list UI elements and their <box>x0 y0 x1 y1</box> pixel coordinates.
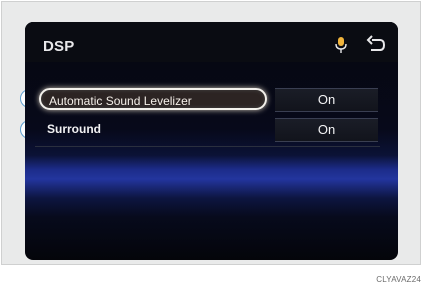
header-bar: DSP <box>25 22 398 62</box>
back-arrow-icon[interactable] <box>365 35 387 55</box>
automatic-sound-levelizer-label[interactable]: Automatic Sound Levelizer <box>39 88 267 110</box>
page-title: DSP <box>43 38 75 55</box>
dsp-screen: DSP Automatic Sound Levelizer On Surroun… <box>25 22 398 260</box>
figure-code: CLYAVAZ24 <box>376 275 421 284</box>
surround-value-button[interactable]: On <box>275 118 378 142</box>
automatic-sound-levelizer-value-button[interactable]: On <box>275 88 378 112</box>
row-divider <box>35 146 380 147</box>
microphone-icon <box>335 37 347 53</box>
surround-label[interactable]: Surround <box>39 118 101 140</box>
